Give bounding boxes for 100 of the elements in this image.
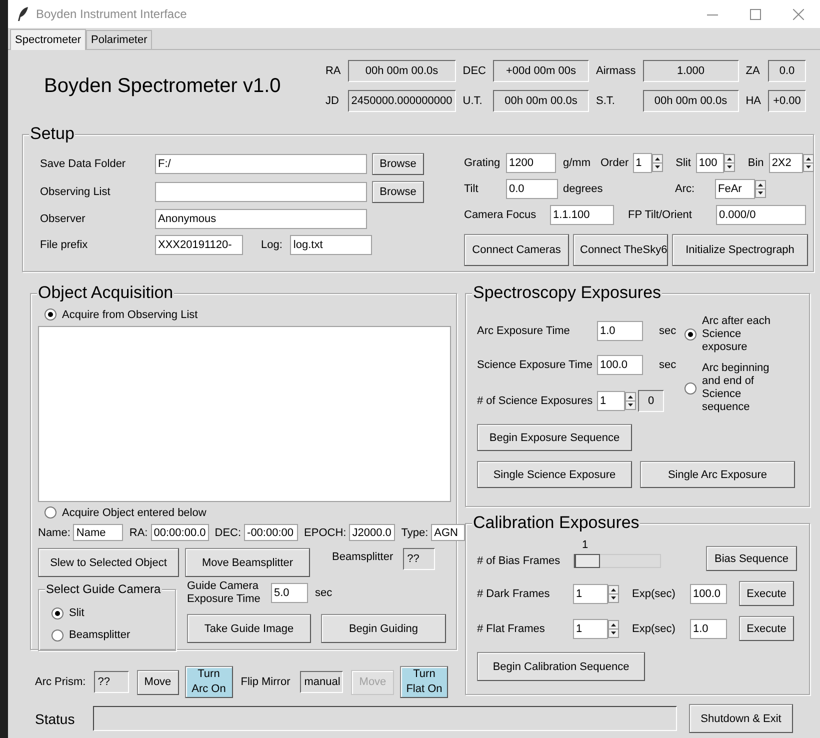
spinbox[interactable]: 1 <box>597 391 625 412</box>
field-label: # of Science Exposures <box>477 395 594 408</box>
text-field[interactable]: 0.000/0 <box>716 205 806 225</box>
readout-field: 1.000 <box>642 60 739 82</box>
radio-button[interactable]: Acquire Object entered below <box>44 506 206 519</box>
readout-field: 0.0 <box>768 60 806 82</box>
text-field[interactable]: XXX20191120- <box>155 235 243 255</box>
spinbox[interactable]: 2X2 <box>768 153 803 173</box>
field-label: # Dark Frames <box>477 588 551 600</box>
text-field[interactable]: 100.0 <box>597 355 643 376</box>
text-field[interactable]: log.txt <box>290 235 372 255</box>
field-label: Observing List <box>40 186 112 198</box>
field-label: DEC: <box>214 526 242 538</box>
spinbox[interactable]: 1 <box>573 618 608 638</box>
text-field[interactable]: -00:00:00 <box>244 524 298 541</box>
action-button[interactable]: Move Beamsplitter <box>185 548 310 577</box>
spinbox[interactable]: 100 <box>696 153 724 173</box>
text-field[interactable]: AGN <box>431 524 466 541</box>
field-label: Flip Mirror <box>240 676 290 688</box>
action-button[interactable]: Connect TheSky6 <box>573 234 668 266</box>
readout-field: 2450000.000000000 <box>348 90 456 112</box>
text-field[interactable]: Anonymous <box>155 209 367 229</box>
spinbox[interactable]: 1 <box>632 153 652 173</box>
action-button[interactable]: Bias Sequence <box>706 546 797 571</box>
field-label: sec <box>659 324 678 337</box>
field-label: EPOCH: <box>304 526 346 538</box>
field-label: Tilt <box>464 183 480 195</box>
readout-field: manual <box>300 671 344 693</box>
field-label: Grating <box>464 157 502 169</box>
action-button[interactable]: Initialize Spectrograph <box>672 234 808 266</box>
field-label: Status <box>35 710 76 726</box>
action-button[interactable]: Browse <box>372 153 424 175</box>
text-field[interactable]: 100.0 <box>690 584 727 604</box>
radio-button[interactable]: Arc after each Science exposure <box>684 315 784 354</box>
text-field[interactable]: J2000.0 <box>349 524 396 541</box>
action-button[interactable]: Browse <box>372 181 424 203</box>
tab[interactable]: Spectrometer <box>10 29 86 50</box>
spinbox[interactable]: FeAr <box>715 179 755 199</box>
text-field[interactable]: 1.1.100 <box>550 205 614 225</box>
field-label: # Flat Frames <box>477 622 546 634</box>
field-label: Airmass <box>596 65 636 77</box>
text-field[interactable]: Name <box>73 524 124 541</box>
field-label: Name: <box>38 526 70 538</box>
field-label: DEC <box>462 65 486 77</box>
field-label: Observer <box>40 213 86 225</box>
readout-field: +0.00 <box>768 90 806 112</box>
action-button[interactable]: Begin Guiding <box>321 614 446 643</box>
action-button[interactable]: Turn Flat On <box>400 666 448 698</box>
text-field[interactable]: F:/ <box>155 154 367 174</box>
radio-button[interactable]: Slit <box>51 606 84 620</box>
field-label: sec <box>659 359 678 372</box>
field-label: HA <box>746 95 761 107</box>
field-label: Guide Camera Exposure Time <box>187 580 262 606</box>
field-label: JD <box>325 95 340 107</box>
group-title: Setup <box>29 124 76 144</box>
app-title: Boyden Spectrometer v1.0 <box>44 74 281 98</box>
field-label: RA: <box>129 526 148 538</box>
action-button[interactable]: Begin Exposure Sequence <box>477 424 632 451</box>
action-button[interactable]: Execute <box>739 616 794 641</box>
action-button[interactable]: Take Guide Image <box>187 614 311 643</box>
field-label: Camera Focus <box>464 209 538 221</box>
field-label: ZA <box>746 65 761 77</box>
action-button[interactable]: Single Arc Exposure <box>640 461 795 488</box>
text-field[interactable]: 1.0 <box>690 618 727 638</box>
field-label: Arc: <box>675 183 696 195</box>
text-field[interactable]: 1.0 <box>597 320 643 341</box>
action-button[interactable]: Turn Arc On <box>184 666 233 698</box>
field-label: Exp(sec) <box>632 622 676 634</box>
group-title: Object Acquisition <box>37 283 174 303</box>
action-button[interactable]: Shutdown & Exit <box>689 704 793 733</box>
field-label: Science Exposure Time <box>477 359 594 372</box>
action-button[interactable]: Slew to Selected Object <box>38 548 179 577</box>
text-field[interactable]: 1200 <box>506 153 556 173</box>
action-button[interactable]: Move <box>136 670 179 694</box>
field-label: Log: <box>261 239 282 251</box>
tab[interactable]: Polarimeter <box>86 30 152 49</box>
action-button[interactable]: Begin Calibration Sequence <box>477 652 645 681</box>
readout-field: +00d 00m 00s <box>492 60 589 82</box>
radio-button[interactable]: Acquire from Observing List <box>44 308 198 321</box>
readout-field: ?? <box>403 548 436 570</box>
spinbox[interactable]: 1 <box>573 584 608 604</box>
radio-button[interactable]: Beamsplitter <box>51 628 130 642</box>
radio-button[interactable]: Arc beginning and end of Science sequence <box>684 362 784 414</box>
text-field[interactable]: 5.0 <box>271 583 308 603</box>
field-label: Bin <box>748 157 764 169</box>
field-label: FP Tilt/Orient <box>628 209 693 221</box>
action-button[interactable]: Single Science Exposure <box>477 461 632 488</box>
readout-field: 00h 00m 00.0s <box>492 90 589 112</box>
field-label: Arc Prism: <box>35 676 86 688</box>
field-label: Beamsplitter <box>332 551 394 563</box>
window-title: Boyden Instrument Interface <box>36 7 187 21</box>
action-button[interactable]: Execute <box>739 581 794 606</box>
field-label: # of Bias Frames <box>477 554 562 566</box>
text-field[interactable]: 0.0 <box>506 179 558 199</box>
group-title: Select Guide Camera <box>45 582 162 596</box>
field-label: Save Data Folder <box>40 158 127 170</box>
action-button[interactable]: Connect Cameras <box>464 234 569 266</box>
field-label: S.T. <box>596 95 616 107</box>
text-field[interactable]: 00:00:00.0 <box>150 524 209 541</box>
field-label: sec <box>315 587 332 599</box>
